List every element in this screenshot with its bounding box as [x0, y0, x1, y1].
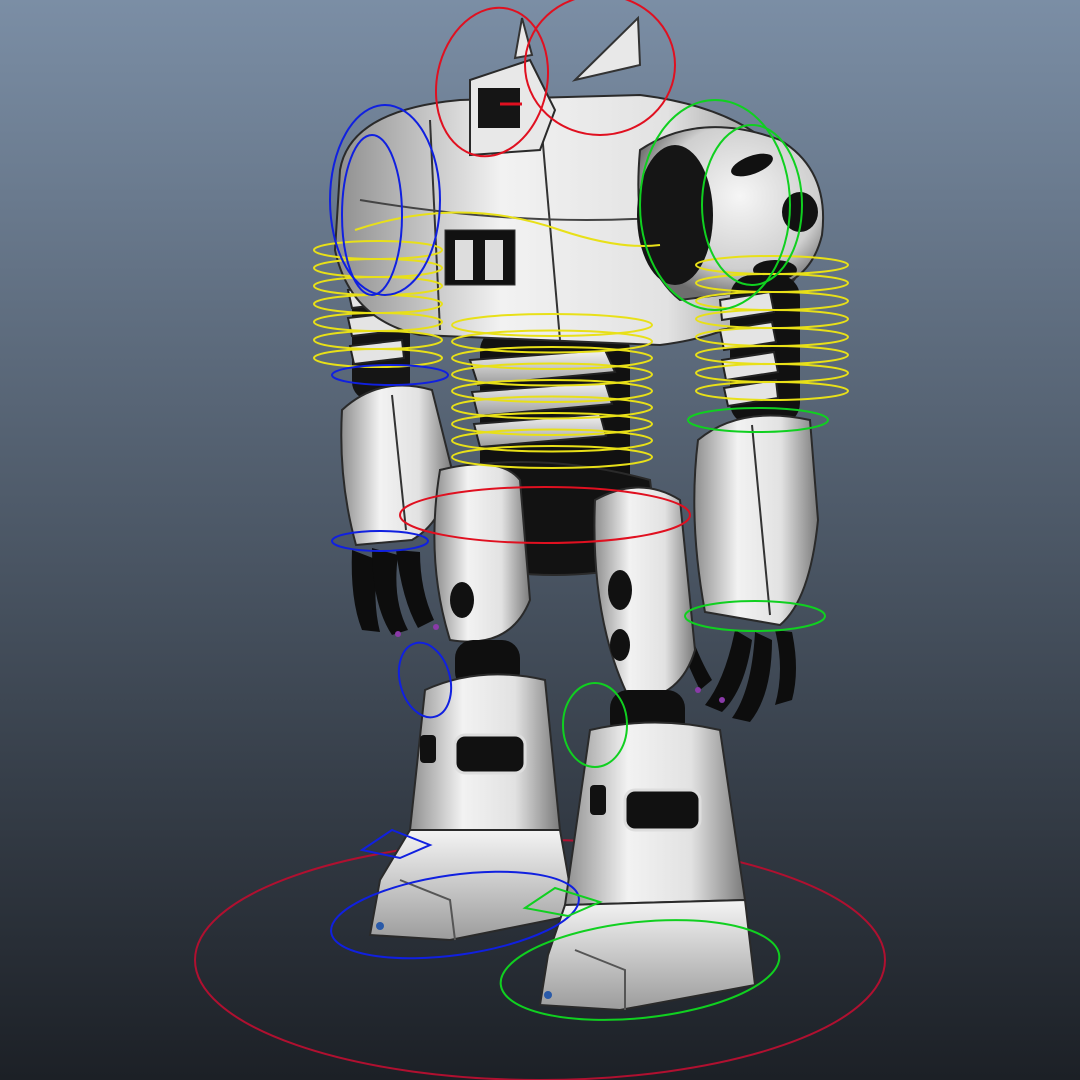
viewport-scene[interactable]	[0, 0, 1080, 1080]
joint-marker	[695, 687, 701, 693]
joint-marker	[395, 631, 401, 637]
thigh-left	[433, 463, 532, 643]
forearm-right	[693, 414, 820, 627]
3d-viewport[interactable]	[0, 0, 1080, 1080]
joint-marker	[719, 697, 725, 703]
robot-visor	[478, 88, 520, 128]
joint-marker	[433, 624, 439, 630]
